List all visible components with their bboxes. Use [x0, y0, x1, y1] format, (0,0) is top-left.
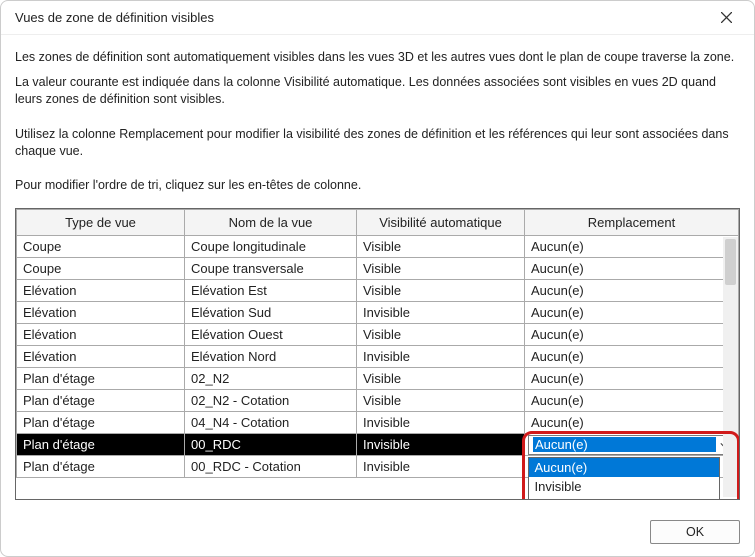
cell-replacement[interactable]: Aucun(e)	[525, 368, 739, 390]
intro-paragraph-2: La valeur courante est indiquée dans la …	[15, 74, 740, 108]
cell-name[interactable]: 00_RDC	[185, 434, 357, 456]
cell-type[interactable]: Plan d'étage	[17, 456, 185, 478]
cell-auto[interactable]: Visible	[357, 390, 525, 412]
cell-name[interactable]: Coupe longitudinale	[185, 236, 357, 258]
col-header-name[interactable]: Nom de la vue	[185, 210, 357, 236]
cell-auto[interactable]: Invisible	[357, 302, 525, 324]
cell-name[interactable]: Elévation Ouest	[185, 324, 357, 346]
cell-type[interactable]: Coupe	[17, 258, 185, 280]
dialog-body: Les zones de définition sont automatique…	[1, 35, 754, 512]
intro-paragraph-1: Les zones de définition sont automatique…	[15, 49, 740, 66]
cell-auto[interactable]: Visible	[357, 324, 525, 346]
cell-name[interactable]: Elévation Est	[185, 280, 357, 302]
table-row[interactable]: CoupeCoupe longitudinaleVisibleAucun(e)	[17, 236, 739, 258]
cell-type[interactable]: Elévation	[17, 302, 185, 324]
table-container: Type de vue Nom de la vue Visibilité aut…	[15, 208, 740, 500]
col-header-replace[interactable]: Remplacement	[525, 210, 739, 236]
replacement-dropdown[interactable]: Aucun(e)InvisibleVisible	[528, 457, 720, 500]
cell-name[interactable]: 00_RDC - Cotation	[185, 456, 357, 478]
cell-auto[interactable]: Visible	[357, 236, 525, 258]
dropdown-option[interactable]: Visible	[529, 496, 719, 500]
window-title: Vues de zone de définition visibles	[15, 10, 214, 25]
table-row[interactable]: ElévationElévation NordInvisibleAucun(e)	[17, 346, 739, 368]
scrollbar-thumb[interactable]	[725, 239, 736, 285]
table-row[interactable]: Plan d'étage02_N2VisibleAucun(e)	[17, 368, 739, 390]
cell-type[interactable]: Plan d'étage	[17, 368, 185, 390]
cell-type[interactable]: Plan d'étage	[17, 390, 185, 412]
cell-type[interactable]: Plan d'étage	[17, 434, 185, 456]
dialog-window: Vues de zone de définition visibles Les …	[0, 0, 755, 557]
ok-button[interactable]: OK	[650, 520, 740, 544]
close-icon	[721, 12, 732, 23]
titlebar: Vues de zone de définition visibles	[1, 1, 754, 35]
cell-replacement[interactable]: Aucun(e)	[525, 258, 739, 280]
intro-paragraph-3: Utilisez la colonne Remplacement pour mo…	[15, 126, 740, 160]
table-row[interactable]: ElévationElévation OuestVisibleAucun(e)	[17, 324, 739, 346]
col-header-type[interactable]: Type de vue	[17, 210, 185, 236]
cell-auto[interactable]: Visible	[357, 258, 525, 280]
vertical-scrollbar[interactable]	[723, 237, 738, 497]
cell-replacement[interactable]: Aucun(e)	[525, 280, 739, 302]
cell-replacement[interactable]: Aucun(e)	[525, 434, 739, 456]
combobox-selected-value: Aucun(e)	[533, 437, 716, 452]
cell-type[interactable]: Elévation	[17, 280, 185, 302]
cell-auto[interactable]: Visible	[357, 368, 525, 390]
cell-type[interactable]: Elévation	[17, 346, 185, 368]
table-row[interactable]: ElévationElévation EstVisibleAucun(e)	[17, 280, 739, 302]
cell-replacement[interactable]: Aucun(e)	[525, 302, 739, 324]
cell-auto[interactable]: Invisible	[357, 412, 525, 434]
table-row[interactable]: ElévationElévation SudInvisibleAucun(e)	[17, 302, 739, 324]
intro-paragraph-4: Pour modifier l'ordre de tri, cliquez su…	[15, 177, 740, 194]
cell-replacement[interactable]: Aucun(e)	[525, 324, 739, 346]
replacement-combobox[interactable]: Aucun(e)	[528, 435, 735, 455]
cell-replacement[interactable]: Aucun(e)	[525, 236, 739, 258]
dialog-footer: OK	[1, 512, 754, 556]
cell-replacement[interactable]: Aucun(e)	[525, 390, 739, 412]
cell-auto[interactable]: Invisible	[357, 434, 525, 456]
cell-replacement[interactable]: Aucun(e)	[525, 412, 739, 434]
cell-type[interactable]: Elévation	[17, 324, 185, 346]
cell-type[interactable]: Plan d'étage	[17, 412, 185, 434]
table-header-row: Type de vue Nom de la vue Visibilité aut…	[17, 210, 739, 236]
dropdown-option[interactable]: Invisible	[529, 477, 719, 496]
cell-auto[interactable]: Visible	[357, 280, 525, 302]
cell-name[interactable]: 04_N4 - Cotation	[185, 412, 357, 434]
table-row[interactable]: Plan d'étage02_N2 - CotationVisibleAucun…	[17, 390, 739, 412]
table-row[interactable]: Plan d'étage04_N4 - CotationInvisibleAuc…	[17, 412, 739, 434]
table-row[interactable]: CoupeCoupe transversaleVisibleAucun(e)	[17, 258, 739, 280]
cell-replacement[interactable]: Aucun(e)	[525, 346, 739, 368]
cell-name[interactable]: Elévation Nord	[185, 346, 357, 368]
cell-name[interactable]: 02_N2	[185, 368, 357, 390]
close-button[interactable]	[710, 6, 742, 30]
views-table: Type de vue Nom de la vue Visibilité aut…	[16, 209, 739, 478]
cell-name[interactable]: Elévation Sud	[185, 302, 357, 324]
cell-name[interactable]: Coupe transversale	[185, 258, 357, 280]
table-row[interactable]: Plan d'étage00_RDCInvisible Aucun(e)	[17, 434, 739, 456]
cell-type[interactable]: Coupe	[17, 236, 185, 258]
dropdown-option[interactable]: Aucun(e)	[529, 458, 719, 477]
cell-auto[interactable]: Invisible	[357, 456, 525, 478]
cell-name[interactable]: 02_N2 - Cotation	[185, 390, 357, 412]
col-header-auto[interactable]: Visibilité automatique	[357, 210, 525, 236]
cell-auto[interactable]: Invisible	[357, 346, 525, 368]
